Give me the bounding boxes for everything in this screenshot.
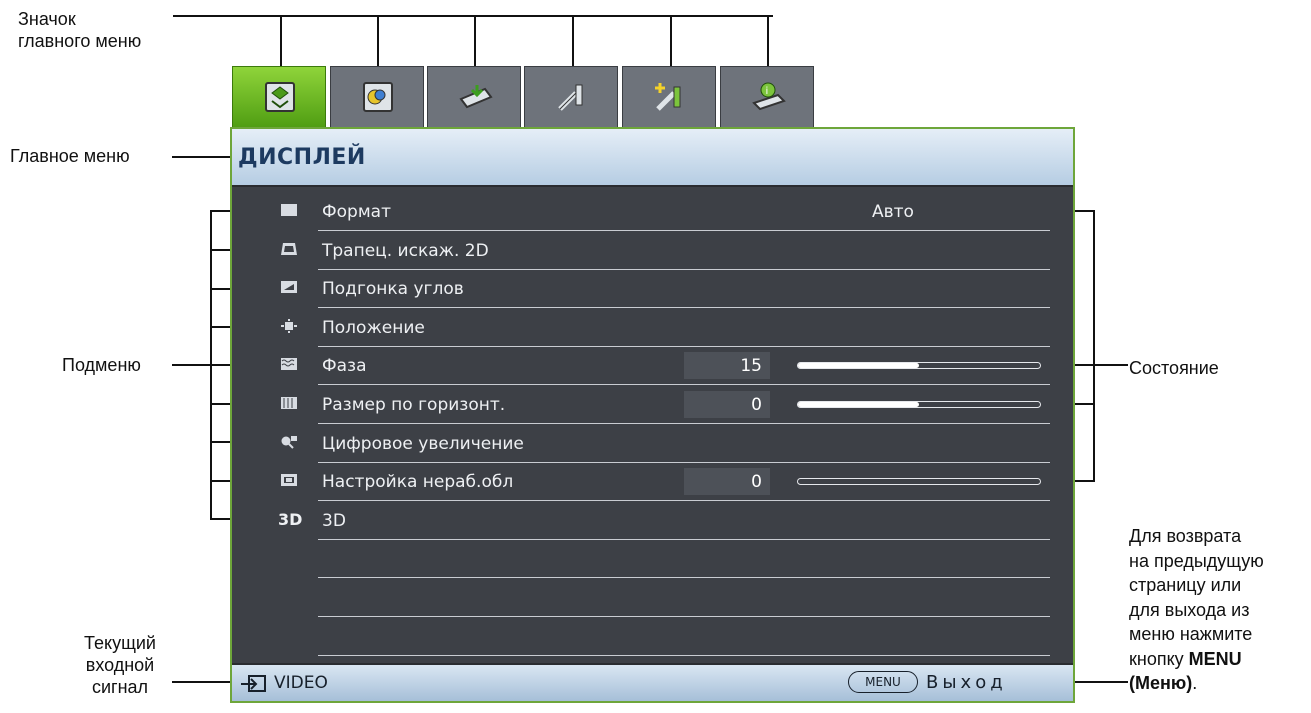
menu-item-3[interactable]: Подгонка углов <box>232 270 1073 309</box>
source-input-icon <box>459 85 493 109</box>
tab-picture-settings[interactable] <box>330 66 424 128</box>
corner-fit-icon <box>281 281 297 294</box>
system-setup-basic-icon <box>558 84 583 111</box>
3d-icon: 3D <box>278 509 303 529</box>
menu-item-label: Трапец. искаж. 2D <box>322 240 489 261</box>
menu-item-label: Настройка нераб.обл <box>322 472 514 493</box>
annotation-input-line3: сигнал <box>91 677 149 697</box>
input-source-icon <box>241 675 266 692</box>
menu-item-6[interactable]: Размер по горизонт. 0 <box>232 386 1073 424</box>
value-slider[interactable] <box>797 362 1041 370</box>
picture-settings-icon <box>363 82 393 112</box>
annotation-status: Состояние <box>1129 358 1219 378</box>
menu-item-7[interactable]: Цифровое увеличение <box>232 425 1073 463</box>
svg-text:i: i <box>766 86 769 97</box>
value-slider[interactable] <box>797 401 1041 408</box>
menu-item-label: 3D <box>322 510 346 531</box>
menu-item-8[interactable]: Настройка нераб.обл 0 <box>232 463 1073 502</box>
exit-label[interactable]: Выход <box>926 672 1007 693</box>
annotation-back-line6: кнопку <box>1129 648 1189 669</box>
annotation-submenu: Подменю <box>62 355 141 375</box>
tab-display-settings[interactable] <box>232 66 326 128</box>
system-setup-advanced-icon <box>655 83 681 111</box>
menu-item-label: Цифровое увеличение <box>322 433 524 454</box>
annotation-back-line5: меню нажмите <box>1129 624 1253 644</box>
tab-system-setup-advanced[interactable] <box>622 66 716 128</box>
overscan-icon <box>281 474 297 487</box>
value-box: 0 <box>684 391 770 418</box>
menu-item-number: 15 <box>740 356 762 377</box>
menu-item-value: Авто <box>872 202 914 222</box>
menu-item-number: 0 <box>751 395 762 415</box>
display-settings-icon <box>265 82 295 112</box>
information-icon: i <box>752 82 786 111</box>
slider-fill <box>798 402 919 407</box>
tab-information[interactable]: i <box>720 66 814 128</box>
position-icon <box>281 318 297 333</box>
menu-item-label: Подгонка углов <box>322 279 464 300</box>
annotation-back-line1: Для возврата <box>1129 526 1242 546</box>
annotation-input-line2: входной <box>85 655 155 675</box>
annotation-back-line4: для выхода из <box>1129 599 1250 620</box>
annotation-back-dot: . <box>1192 673 1198 693</box>
current-input-source: VIDEO <box>274 673 328 693</box>
page-title: ДИСПЛЕЙ <box>238 145 366 170</box>
menu-item-number: 0 <box>751 472 762 493</box>
digital-zoom-icon <box>281 435 297 449</box>
menu-item-2[interactable]: Трапец. искаж. 2D <box>232 232 1073 270</box>
keystone-icon <box>281 242 297 255</box>
value-box: 15 <box>684 352 770 380</box>
annotation-menu-ru-bold: (Меню) <box>1129 673 1193 693</box>
menu-item-9[interactable]: 3D 3D <box>232 502 1073 540</box>
menu-item-label: Размер по горизонт. <box>322 395 506 415</box>
value-box: 0 <box>684 468 770 496</box>
aspect-ratio-icon <box>281 204 297 216</box>
annotation-main-menu: Главное меню <box>10 146 130 166</box>
value-slider[interactable] <box>797 478 1041 486</box>
osd-menu-panel: ДИСПЛЕЙ Формат Авто Трапец. искаж. 2D Подго… <box>230 127 1075 703</box>
row-divider <box>318 654 1050 656</box>
annotation-back-line3: страницу или <box>1129 575 1242 595</box>
menu-item-label: Формат <box>322 202 391 222</box>
menu-key-hint[interactable]: MENU <box>848 671 918 693</box>
menu-item-label: Фаза <box>322 356 367 377</box>
menu-item-label: Положение <box>322 317 425 338</box>
annotation-menu-bold: MENU <box>1188 648 1242 669</box>
tab-system-setup-basic[interactable] <box>524 66 618 128</box>
status-bar: VIDEO MENU Выход <box>232 663 1073 701</box>
annotation-main-icon-line2: главного меню <box>18 31 142 51</box>
annotation-input-line1: Текущий <box>84 633 156 653</box>
phase-icon <box>281 358 297 371</box>
menu-item-5[interactable]: Фаза 15 <box>232 347 1073 386</box>
menu-item-4[interactable]: Положение <box>232 309 1073 347</box>
menu-item-1[interactable]: Формат Авто <box>232 193 1073 231</box>
title-bar: ДИСПЛЕЙ <box>232 129 1073 187</box>
empty-row <box>232 618 1073 656</box>
h-size-icon <box>281 397 297 409</box>
empty-row <box>232 579 1073 617</box>
annotation-main-icon-line1: Значок <box>18 9 76 29</box>
slider-fill <box>798 363 919 369</box>
empty-row <box>232 540 1073 579</box>
annotation-back-line2: на предыдущую <box>1129 550 1264 571</box>
tab-source-input[interactable] <box>427 66 521 128</box>
